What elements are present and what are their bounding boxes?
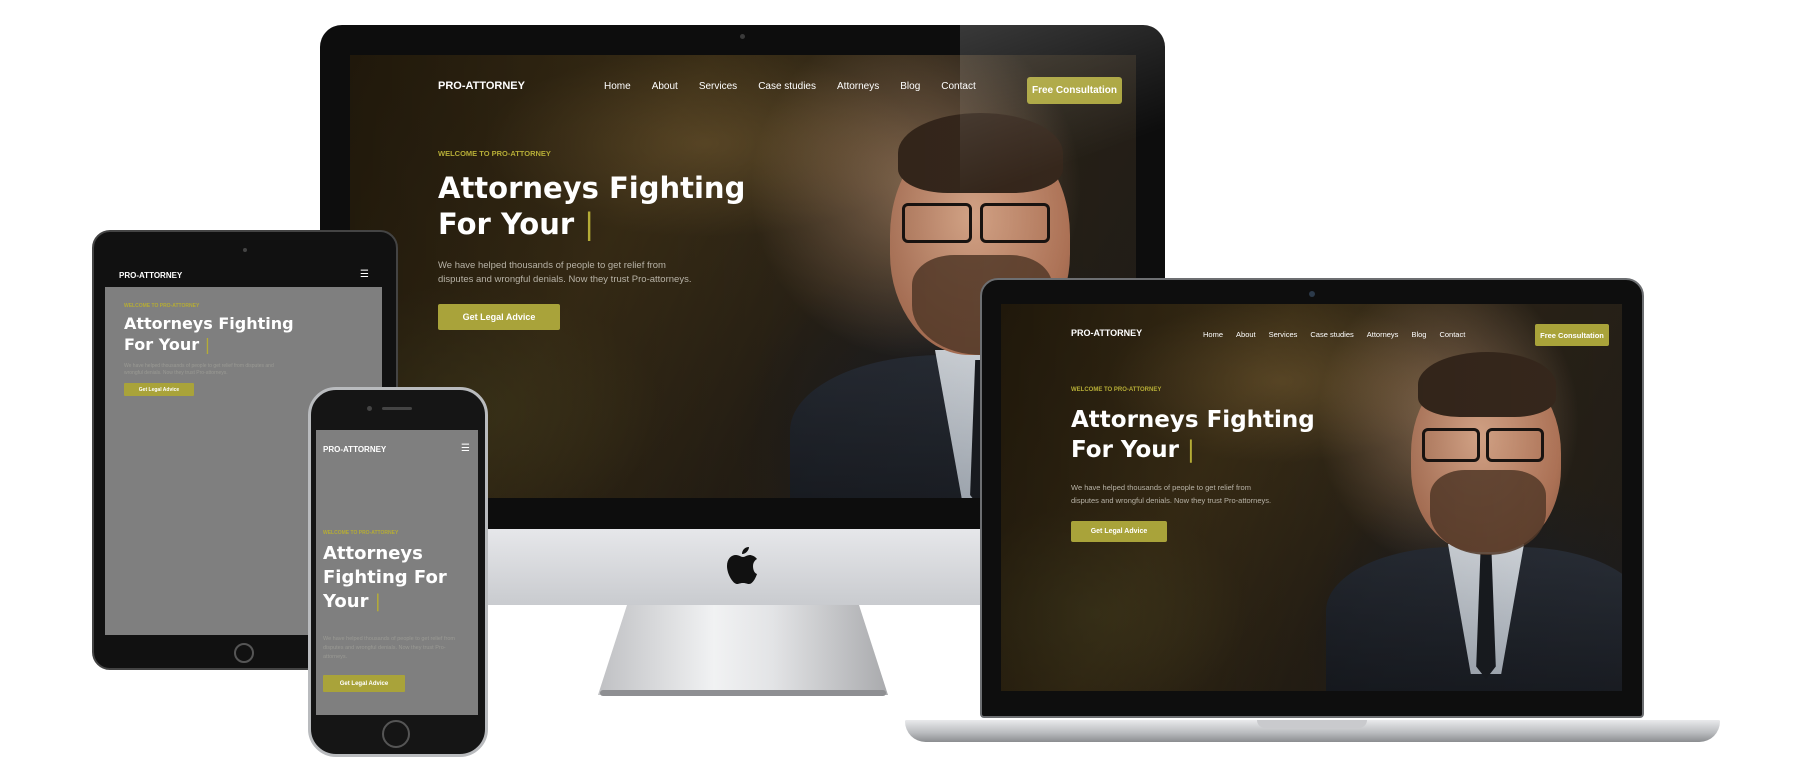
site-logo[interactable]: PRO-ATTORNEY bbox=[438, 80, 525, 92]
hero-headline: Attorneys Fighting For Your | bbox=[438, 171, 746, 241]
nav-attorneys[interactable]: Attorneys bbox=[837, 81, 879, 92]
welcome-kicker: WELCOME TO PRO-ATTORNEY bbox=[323, 530, 399, 536]
nav-blog[interactable]: Blog bbox=[1411, 330, 1426, 339]
get-legal-advice-button[interactable]: Get Legal Advice bbox=[124, 383, 194, 396]
welcome-kicker: WELCOME TO PRO-ATTORNEY bbox=[438, 149, 551, 158]
typing-caret: | bbox=[584, 207, 595, 241]
main-nav: Home About Services Case studies Attorne… bbox=[1203, 330, 1465, 339]
nav-services[interactable]: Services bbox=[699, 81, 737, 92]
hero-headline: Attorneys Fighting For Your | bbox=[1071, 407, 1315, 463]
get-legal-advice-button[interactable]: Get Legal Advice bbox=[438, 304, 560, 330]
site-logo[interactable]: PRO-ATTORNEY bbox=[1071, 328, 1142, 338]
get-legal-advice-button[interactable]: Get Legal Advice bbox=[1071, 521, 1167, 542]
menu-icon[interactable]: ☰ bbox=[360, 269, 369, 280]
site-logo[interactable]: PRO-ATTORNEY bbox=[119, 271, 182, 280]
free-consultation-button[interactable]: Free Consultation bbox=[1535, 324, 1609, 346]
phone-screen: PRO-ATTORNEY ☰ WELCOME TO PRO-ATTORNEY A… bbox=[316, 430, 478, 715]
typing-caret: | bbox=[204, 335, 211, 354]
hero-paragraph: We have helped thousands of people to ge… bbox=[124, 363, 274, 376]
nav-case-studies[interactable]: Case studies bbox=[1310, 330, 1353, 339]
nav-home[interactable]: Home bbox=[1203, 330, 1223, 339]
phone-home-button bbox=[382, 720, 410, 748]
nav-home[interactable]: Home bbox=[604, 81, 631, 92]
hero-headline: Attorneys Fighting For Your | bbox=[323, 543, 447, 612]
tablet-home-button bbox=[234, 643, 254, 663]
macbook-camera bbox=[1309, 291, 1315, 297]
imac-camera bbox=[740, 34, 745, 39]
apple-logo-icon bbox=[727, 547, 757, 584]
nav-attorneys[interactable]: Attorneys bbox=[1367, 330, 1399, 339]
site-logo[interactable]: PRO-ATTORNEY bbox=[323, 445, 386, 454]
get-legal-advice-button[interactable]: Get Legal Advice bbox=[323, 675, 405, 692]
typing-caret: | bbox=[1187, 437, 1195, 463]
imac-stand bbox=[598, 605, 888, 695]
hero-paragraph: We have helped thousands of people to ge… bbox=[1071, 483, 1272, 505]
welcome-kicker: WELCOME TO PRO-ATTORNEY bbox=[1071, 387, 1162, 393]
nav-contact[interactable]: Contact bbox=[1439, 330, 1465, 339]
hero-paragraph: We have helped thousands of people to ge… bbox=[438, 260, 692, 285]
nav-about[interactable]: About bbox=[1236, 330, 1256, 339]
main-nav: Home About Services Case studies Attorne… bbox=[604, 81, 976, 92]
hero-paragraph: We have helped thousands of people to ge… bbox=[323, 636, 455, 660]
typing-caret: | bbox=[374, 591, 381, 612]
menu-icon[interactable]: ☰ bbox=[461, 443, 470, 454]
nav-case-studies[interactable]: Case studies bbox=[758, 81, 816, 92]
nav-blog[interactable]: Blog bbox=[900, 81, 920, 92]
macbook-screen: PRO-ATTORNEY Home About Services Case st… bbox=[1001, 304, 1622, 691]
welcome-kicker: WELCOME TO PRO-ATTORNEY bbox=[124, 303, 200, 309]
hero-headline: Attorneys Fighting For Your | bbox=[124, 314, 294, 354]
nav-about[interactable]: About bbox=[652, 81, 678, 92]
nav-services[interactable]: Services bbox=[1269, 330, 1298, 339]
